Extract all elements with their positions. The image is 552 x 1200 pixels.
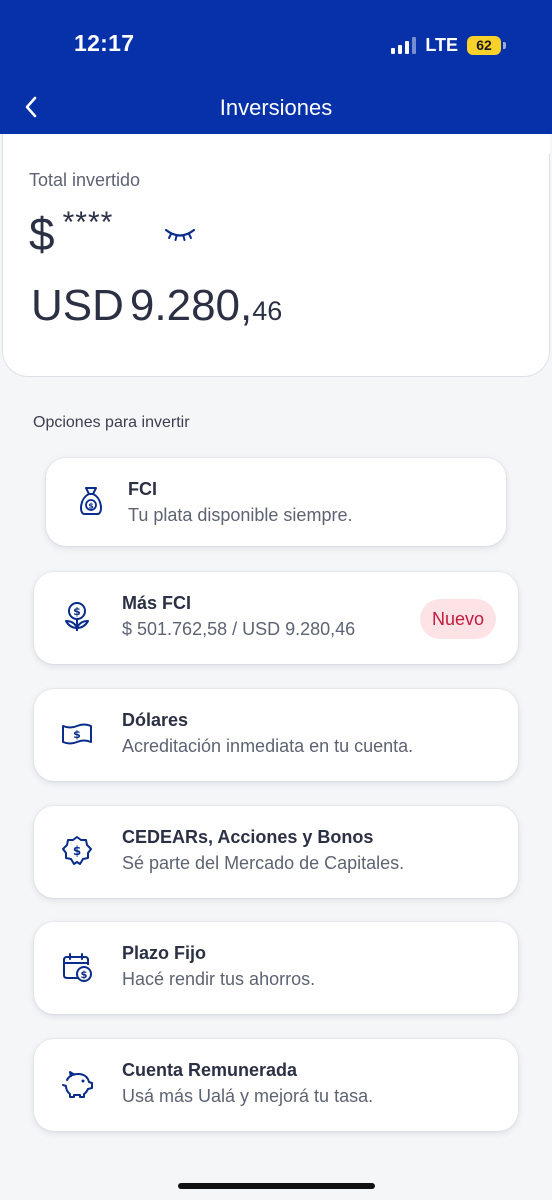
option-cedears[interactable]: $ CEDEARs, Acciones y Bonos Sé parte del… bbox=[34, 806, 518, 898]
svg-text:$: $ bbox=[88, 502, 94, 511]
svg-text:$: $ bbox=[73, 728, 81, 741]
option-title: FCI bbox=[128, 479, 157, 499]
network-type: LTE bbox=[425, 34, 458, 55]
battery-icon: 62 bbox=[467, 35, 506, 55]
option-title: Dólares bbox=[122, 710, 189, 730]
option-subtitle: Acreditación inmediata en tu cuenta. bbox=[122, 736, 414, 756]
badge-dollar-icon: $ bbox=[62, 836, 92, 865]
section-title: Opciones para invertir bbox=[33, 414, 190, 431]
option-cuenta-remunerada[interactable]: Cuenta Remunerada Usá más Ualá y mejorá … bbox=[34, 1039, 518, 1131]
option-title: CEDEARs, Acciones y Bonos bbox=[122, 827, 374, 847]
ars-currency-symbol: $ bbox=[29, 208, 55, 260]
cellular-signal-icon bbox=[391, 36, 417, 54]
piggy-bank-icon bbox=[62, 1071, 93, 1098]
option-mas-fci[interactable]: $ Más FCI $ 501.762,58 / USD 9.280,46 Nu… bbox=[34, 572, 518, 664]
usd-currency: USD bbox=[31, 281, 124, 330]
svg-text:$: $ bbox=[73, 605, 81, 618]
status-indicators: LTE 62 bbox=[391, 33, 506, 57]
app-header: 12:17 LTE 62 Inversiones bbox=[0, 0, 552, 134]
svg-text:$: $ bbox=[73, 844, 81, 858]
option-subtitle: Tu plata disponible siempre. bbox=[128, 505, 353, 525]
usd-amount-decimals: 46 bbox=[252, 296, 283, 326]
usd-amount-integer: 9.280, bbox=[129, 281, 253, 330]
banknote-icon: $ bbox=[62, 723, 92, 745]
battery-level: 62 bbox=[467, 35, 501, 55]
status-time: 12:17 bbox=[74, 30, 135, 56]
option-fci[interactable]: $ FCI Tu plata disponible siempre. bbox=[46, 458, 506, 546]
eye-closed-icon[interactable] bbox=[163, 224, 197, 249]
option-title: Cuenta Remunerada bbox=[122, 1060, 298, 1080]
money-plant-icon: $ bbox=[65, 602, 89, 631]
ars-balance: $ **** bbox=[29, 206, 114, 261]
svg-text:$: $ bbox=[81, 970, 88, 981]
ars-masked-amount: **** bbox=[62, 206, 114, 239]
total-invested-card: Total invertido $ **** USD 9.280, 46 bbox=[2, 134, 550, 377]
option-dolares[interactable]: $ Dólares Acreditación inmediata en tu c… bbox=[34, 689, 518, 781]
option-subtitle: Usá más Ualá y mejorá tu tasa. bbox=[122, 1086, 374, 1106]
option-title: Plazo Fijo bbox=[122, 943, 207, 963]
new-badge: Nuevo bbox=[419, 599, 496, 639]
page-title: Inversiones bbox=[219, 95, 333, 120]
option-plazo-fijo[interactable]: $ Plazo Fijo Hacé rendir tus ahorros. bbox=[34, 922, 518, 1014]
option-title: Más FCI bbox=[122, 593, 192, 613]
usd-balance: USD 9.280, 46 bbox=[31, 281, 282, 331]
option-subtitle: Sé parte del Mercado de Capitales. bbox=[122, 853, 405, 873]
calendar-dollar-icon: $ bbox=[63, 953, 92, 982]
total-invested-label: Total invertido bbox=[29, 170, 141, 190]
option-subtitle: $ 501.762,58 / USD 9.280,46 bbox=[122, 619, 356, 639]
money-bag-icon: $ bbox=[80, 487, 102, 515]
option-subtitle: Hacé rendir tus ahorros. bbox=[122, 969, 316, 989]
home-indicator[interactable] bbox=[178, 1183, 375, 1189]
